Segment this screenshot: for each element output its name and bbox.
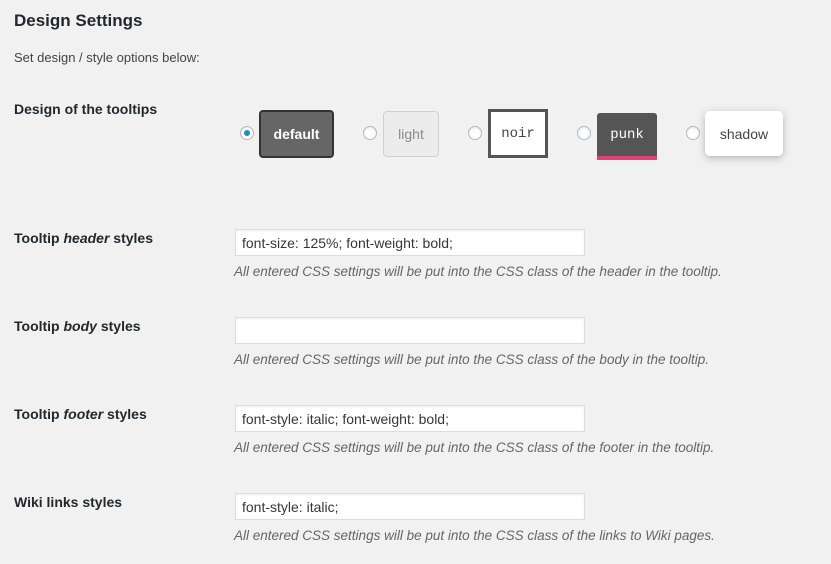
body-styles-input[interactable] [235, 317, 585, 344]
body-styles-help: All entered CSS settings will be put int… [234, 352, 710, 367]
design-option-default[interactable]: default [259, 110, 334, 158]
page-title: Design Settings [14, 11, 143, 30]
page-description: Set design / style options below: [14, 50, 200, 65]
radio-punk[interactable] [577, 126, 591, 140]
design-option-punk[interactable]: punk [597, 113, 657, 160]
footer-styles-label: Tooltip footer styles [14, 406, 147, 422]
radio-default[interactable] [240, 126, 254, 140]
wiki-styles-help: All entered CSS settings will be put int… [234, 528, 715, 543]
design-label: Design of the tooltips [14, 101, 158, 117]
radio-light[interactable] [363, 126, 377, 140]
wiki-styles-label: Wiki links styles [14, 494, 123, 510]
design-option-noir[interactable]: noir [488, 109, 548, 158]
header-styles-help: All entered CSS settings will be put int… [234, 264, 722, 279]
body-styles-label: Tooltip body styles [14, 318, 141, 334]
wiki-styles-input[interactable] [235, 493, 585, 520]
radio-noir[interactable] [468, 126, 482, 140]
footer-styles-input[interactable] [235, 405, 585, 432]
design-option-light[interactable]: light [383, 111, 439, 157]
footer-styles-help: All entered CSS settings will be put int… [234, 440, 715, 455]
header-styles-label: Tooltip header styles [14, 230, 154, 246]
radio-shadow[interactable] [686, 126, 700, 140]
header-styles-input[interactable] [235, 229, 585, 256]
design-option-shadow[interactable]: shadow [705, 111, 783, 156]
